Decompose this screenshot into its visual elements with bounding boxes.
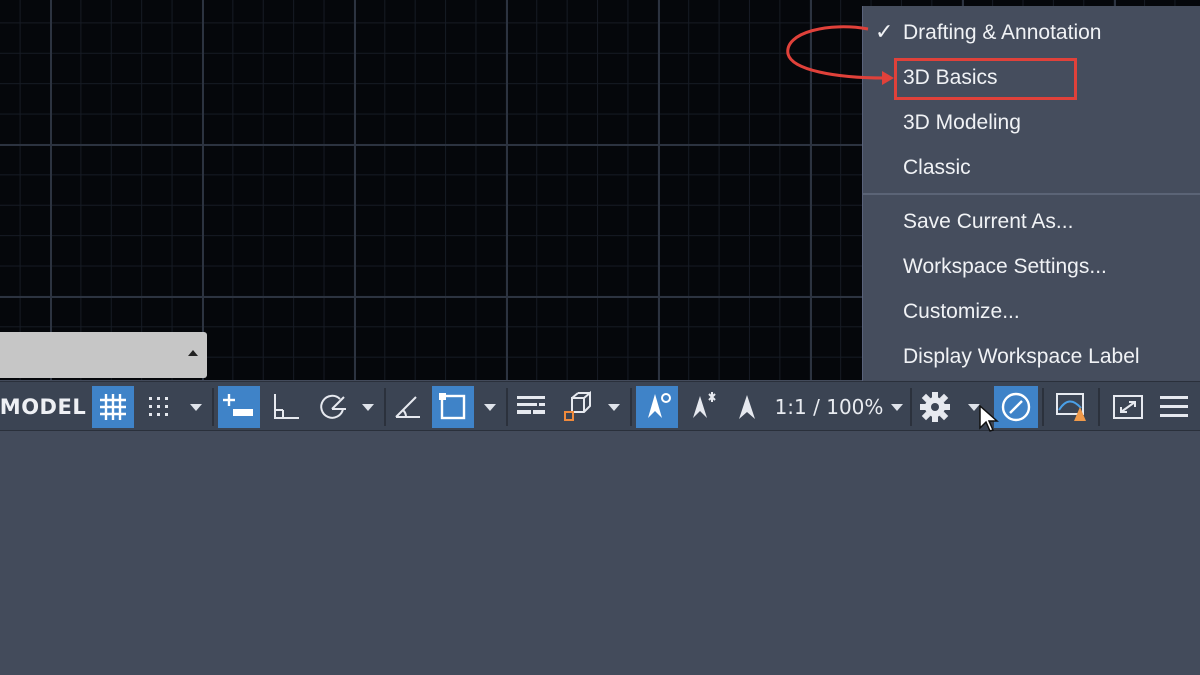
annotation-scale-icon — [739, 395, 755, 419]
model-label: MODEL — [0, 395, 87, 419]
model-space-button[interactable]: MODEL — [0, 386, 86, 428]
polar-icon — [320, 394, 346, 419]
annotation-visibility-toggle[interactable] — [636, 386, 678, 428]
menu-item-display-workspace-label[interactable]: Display Workspace Label — [863, 337, 1200, 377]
ortho-toggle[interactable] — [266, 386, 306, 428]
chevron-down-icon — [484, 403, 496, 411]
infer-constraints-icon — [223, 394, 253, 416]
annotation-visibility-icon — [648, 393, 671, 418]
snap-toggle[interactable] — [140, 386, 178, 428]
isolate-objects-icon — [1056, 393, 1086, 421]
selection-cycling-toggle[interactable] — [558, 386, 600, 428]
customization-menu-button[interactable] — [1152, 386, 1196, 428]
chevron-down-icon — [608, 403, 620, 411]
object-snap-toggle[interactable] — [432, 386, 474, 428]
highlight-box — [894, 58, 1077, 100]
menu-item-drafting-annotation[interactable]: ✓ Drafting & Annotation — [863, 13, 1200, 53]
menu-item-label: Drafting & Annotation — [903, 21, 1102, 44]
isodraft-toggle[interactable] — [388, 386, 428, 428]
status-bar: MODEL 1:1 / 100% — [0, 381, 1200, 431]
polar-dropdown[interactable] — [356, 386, 380, 428]
fullscreen-button[interactable] — [1106, 386, 1150, 428]
isolate-objects-button[interactable] — [1048, 386, 1094, 428]
chevron-down-icon — [362, 403, 374, 411]
chevron-down-icon — [891, 403, 904, 411]
customization-icon — [1160, 396, 1188, 417]
mouse-cursor-icon — [979, 404, 999, 432]
menu-item-label: Customize... — [903, 300, 1020, 323]
annotation-scale-value: 1:1 / 100% — [774, 395, 884, 419]
command-history-caret-icon[interactable] — [188, 350, 198, 356]
menu-item-label: Classic — [903, 156, 971, 179]
auto-scale-toggle[interactable] — [682, 386, 724, 428]
menu-item-workspace-settings[interactable]: Workspace Settings... — [863, 247, 1200, 287]
autocad-screen: MODEL 1:1 / 100% ✓ Drafting & Annotation… — [0, 0, 1200, 675]
selection-dropdown[interactable] — [602, 386, 626, 428]
grid-icon — [100, 394, 126, 420]
annotation-scale-button[interactable] — [728, 386, 766, 428]
annotation-scale-dropdown[interactable]: 1:1 / 100% — [770, 386, 908, 428]
ortho-icon — [274, 394, 299, 419]
fullscreen-icon — [1113, 395, 1143, 419]
menu-item-3d-modeling[interactable]: 3D Modeling — [863, 103, 1200, 143]
command-line[interactable] — [0, 332, 207, 378]
menu-item-save-current-as[interactable]: Save Current As... — [863, 202, 1200, 242]
menu-item-label: 3D Modeling — [903, 111, 1021, 134]
menu-divider — [863, 193, 1200, 195]
lineweight-icon — [517, 396, 545, 414]
object-snap-icon — [439, 393, 466, 420]
workspace-gear-icon — [920, 392, 950, 422]
annotation-arrow-icon — [786, 25, 894, 85]
polar-tracking-toggle[interactable] — [312, 386, 352, 428]
selection-cycling-icon — [564, 390, 591, 421]
chevron-down-icon — [190, 403, 202, 411]
menu-item-label: Save Current As... — [903, 210, 1074, 233]
grid-toggle[interactable] — [92, 386, 134, 428]
units-toggle[interactable] — [994, 386, 1038, 428]
menu-item-customize[interactable]: Customize... — [863, 292, 1200, 332]
isodraft-icon — [395, 396, 420, 418]
snap-icon — [149, 397, 168, 416]
units-icon — [1001, 392, 1031, 422]
menu-item-label: Display Workspace Label — [903, 345, 1140, 368]
workspace-switching-button[interactable] — [914, 386, 956, 428]
lineweight-toggle[interactable] — [510, 386, 552, 428]
menu-item-classic[interactable]: Classic — [863, 148, 1200, 188]
snap-dropdown[interactable] — [184, 386, 208, 428]
auto-scale-icon — [693, 392, 716, 418]
infer-constraints-toggle[interactable] — [218, 386, 260, 428]
object-snap-dropdown[interactable] — [478, 386, 502, 428]
menu-item-label: Workspace Settings... — [903, 255, 1107, 278]
